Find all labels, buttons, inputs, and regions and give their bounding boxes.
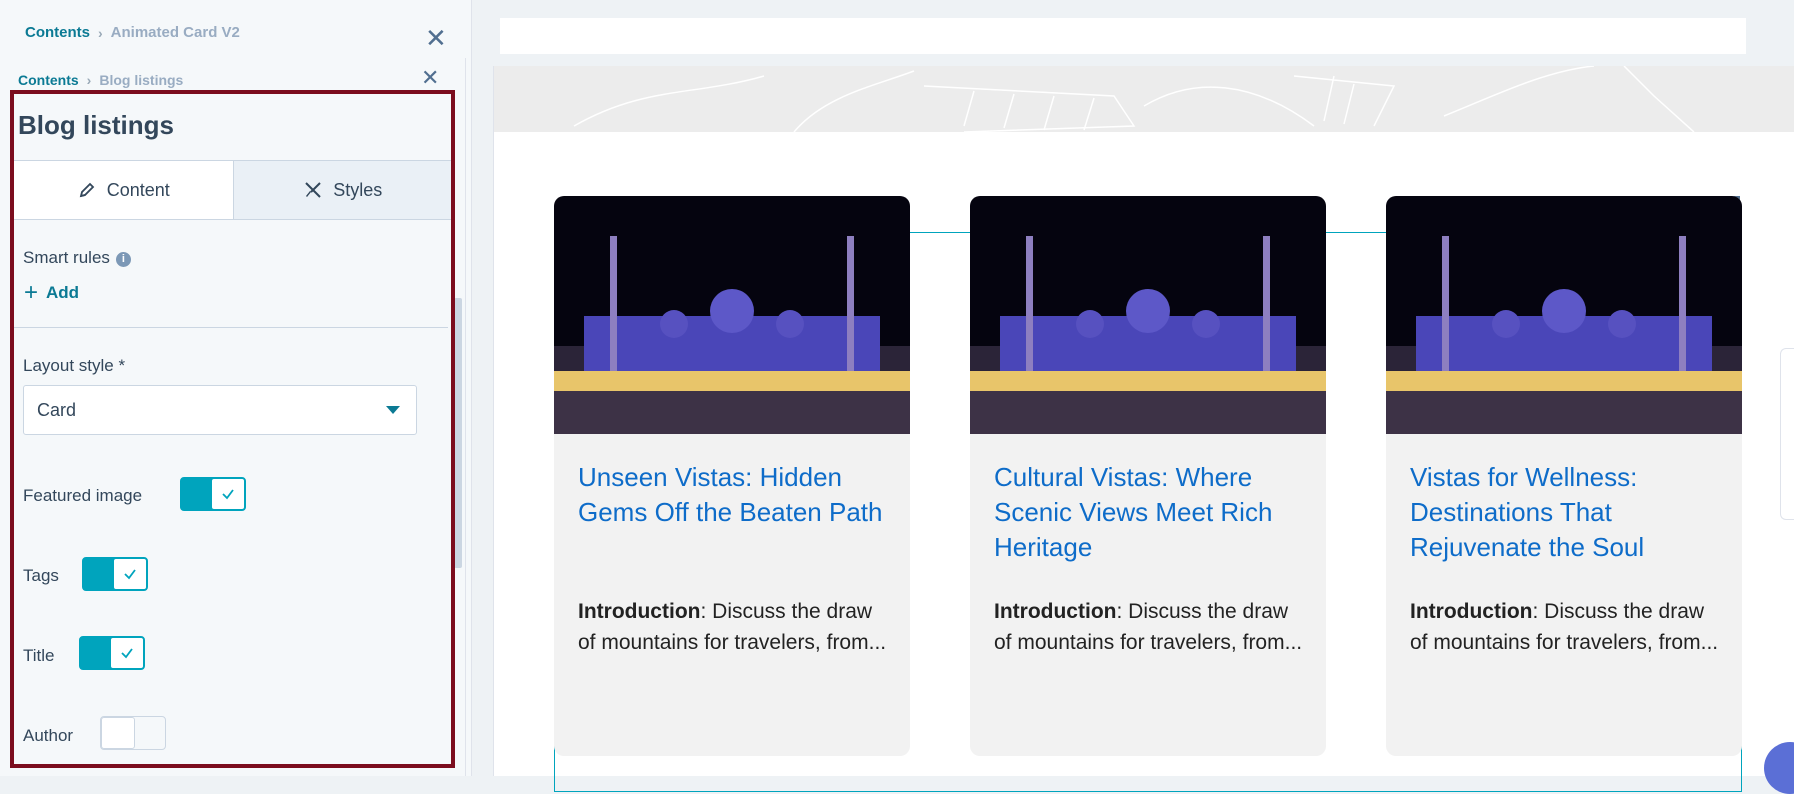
check-icon [110,637,144,669]
smart-rules-label: Smart rules i [23,248,131,268]
breadcrumb-current: Blog listings [99,72,184,88]
card-excerpt: Introduction: Discuss the draw of mounta… [1410,596,1720,658]
excerpt-label: Introduction [994,600,1117,623]
tab-label: Content [106,179,170,200]
blog-card[interactable]: Unseen Vistas: Hidden Gems Off the Beate… [554,196,910,756]
smart-rules-text: Smart rules [23,248,110,267]
map-background [494,66,1794,132]
breadcrumb-back: Contents › Animated Card V2 [25,24,240,41]
featured-image-toggle[interactable] [180,477,246,511]
side-drawer-handle[interactable] [1780,348,1794,520]
tab-label: Styles [333,179,383,200]
title-label: Title [23,646,55,665]
layout-style-select[interactable]: Card [23,385,417,435]
plus-icon: + [24,279,39,306]
brush-tools-icon [305,182,321,198]
panel-tabs: Content Styles [14,160,452,220]
featured-image [970,196,1326,434]
card-title[interactable]: Unseen Vistas: Hidden Gems Off the Beate… [578,460,888,530]
check-icon [113,558,147,590]
breadcrumb-current: Animated Card V2 [110,24,240,41]
breadcrumb-link-contents[interactable]: Contents [18,72,79,88]
featured-image [1386,196,1742,434]
tab-content[interactable]: Content [14,161,233,219]
divider [14,327,448,328]
featured-image [554,196,910,434]
panel-title: Blog listings [18,110,174,140]
info-icon[interactable]: i [115,252,131,267]
select-value: Card [37,399,77,420]
breadcrumb-link-contents[interactable]: Contents [25,24,90,41]
tags-toggle[interactable] [82,557,148,591]
layout-style-label: Layout style * [23,356,126,375]
tab-styles[interactable]: Styles [232,161,452,219]
card-title[interactable]: Cultural Vistas: Where Scenic Views Meet… [994,460,1304,565]
panel-scrollbar[interactable] [454,298,462,568]
breadcrumb: Contents › Blog listings [18,72,183,88]
author-toggle[interactable] [100,716,166,750]
close-icon[interactable]: ✕ [425,26,447,52]
tags-label: Tags [23,566,59,585]
excerpt-label: Introduction [1410,600,1533,623]
featured-image-label: Featured image [23,486,143,505]
blog-card[interactable]: Vistas for Wellness: Destinations That R… [1386,196,1742,756]
excerpt-label: Introduction [578,600,701,623]
title-toggle[interactable] [79,636,145,670]
add-label: Add [46,283,80,302]
preview-top-strip [500,18,1746,54]
breadcrumb-separator: › [86,72,92,88]
chevron-down-icon [386,406,400,414]
pencil-icon [79,182,94,198]
close-icon[interactable]: ✕ [421,68,439,90]
add-smart-rule-button[interactable]: + Add [24,281,79,305]
blog-card[interactable]: Cultural Vistas: Where Scenic Views Meet… [970,196,1326,756]
author-label: Author [23,726,74,745]
breadcrumb-separator: › [98,24,103,41]
toggle-knob [101,717,135,749]
check-icon [211,478,245,510]
card-excerpt: Introduction: Discuss the draw of mounta… [994,596,1304,658]
card-title[interactable]: Vistas for Wellness: Destinations That R… [1410,460,1720,565]
card-excerpt: Introduction: Discuss the draw of mounta… [578,596,888,658]
